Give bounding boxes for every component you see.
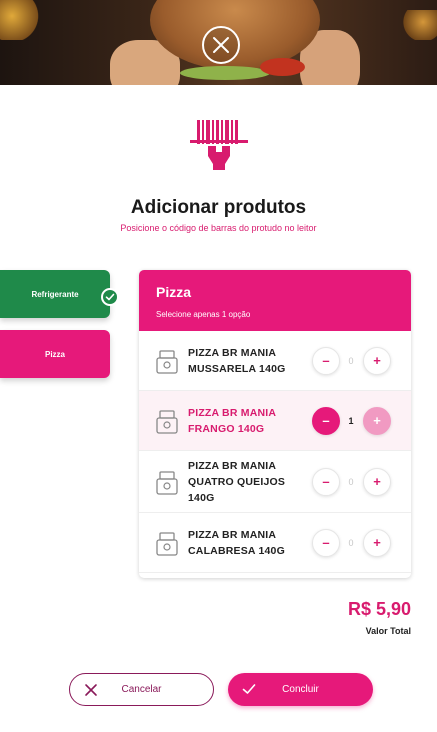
close-icon (213, 37, 229, 53)
category-tab-refrigerante[interactable]: Refrigerante (0, 270, 110, 318)
quantity-value: 0 (348, 476, 354, 487)
panel-subtitle: Selecione apenas 1 opção (156, 310, 251, 319)
quantity-value: 0 (348, 537, 354, 548)
category-label: Refrigerante (31, 289, 79, 299)
quantity-value: 0 (348, 355, 354, 366)
panel-header: Pizza Selecione apenas 1 opção (139, 270, 411, 331)
product-box-icon (156, 409, 178, 434)
page-subtitle: Posicione o código de barras do protudo … (120, 223, 317, 233)
increase-quantity-button[interactable]: + (363, 406, 391, 435)
decrease-quantity-button[interactable]: – (312, 406, 340, 435)
increase-quantity-button[interactable]: + (363, 467, 391, 496)
product-row-calabresa[interactable]: PIZZA BR MANIA CALABRESA 140G – 0 + (139, 513, 411, 573)
close-button[interactable] (202, 26, 240, 64)
product-box-icon (156, 349, 178, 374)
increase-quantity-button[interactable]: + (363, 346, 391, 375)
total-label: Valor Total (365, 626, 411, 636)
completed-check-badge (101, 288, 119, 306)
product-box-icon (156, 470, 178, 495)
product-panel: Pizza Selecione apenas 1 opção PIZZA BR … (139, 270, 411, 578)
product-row-quatro-queijos[interactable]: PIZZA BR MANIA QUATRO QUEIJOS 140G – 0 + (139, 451, 411, 513)
barcode-scanner-icon (190, 120, 248, 170)
product-row-frango[interactable]: PIZZA BR MANIA FRANGO 140G – 1 + (139, 391, 411, 451)
decrease-quantity-button[interactable]: – (312, 467, 340, 496)
total-value: R$ 5,90 (347, 599, 411, 619)
product-name: PIZZA BR MANIA QUATRO QUEIJOS 140G (188, 459, 286, 504)
decrease-quantity-button[interactable]: – (312, 346, 340, 375)
product-name: PIZZA BR MANIA FRANGO 140G (188, 406, 276, 435)
increase-quantity-button[interactable]: + (363, 528, 391, 557)
page-title: Adicionar produtos (130, 197, 307, 218)
confirm-label: Concluir (282, 684, 319, 695)
product-row-mussarela[interactable]: PIZZA BR MANIA MUSSARELA 140G – 0 + (139, 331, 411, 391)
quantity-value: 1 (348, 415, 354, 426)
decrease-quantity-button[interactable]: – (312, 528, 340, 557)
cancel-button[interactable]: Cancelar (69, 673, 214, 706)
product-box-icon (156, 531, 178, 556)
checkmark-icon (105, 293, 115, 301)
product-name: PIZZA BR MANIA MUSSARELA 140G (188, 346, 286, 375)
cancel-label: Cancelar (121, 684, 162, 695)
category-label: Pizza (44, 349, 65, 359)
confirm-button[interactable]: Concluir (228, 673, 373, 706)
category-tab-pizza[interactable]: Pizza (0, 330, 110, 378)
panel-title: Pizza (156, 284, 192, 300)
product-name: PIZZA BR MANIA CALABRESA 140G (188, 528, 285, 557)
